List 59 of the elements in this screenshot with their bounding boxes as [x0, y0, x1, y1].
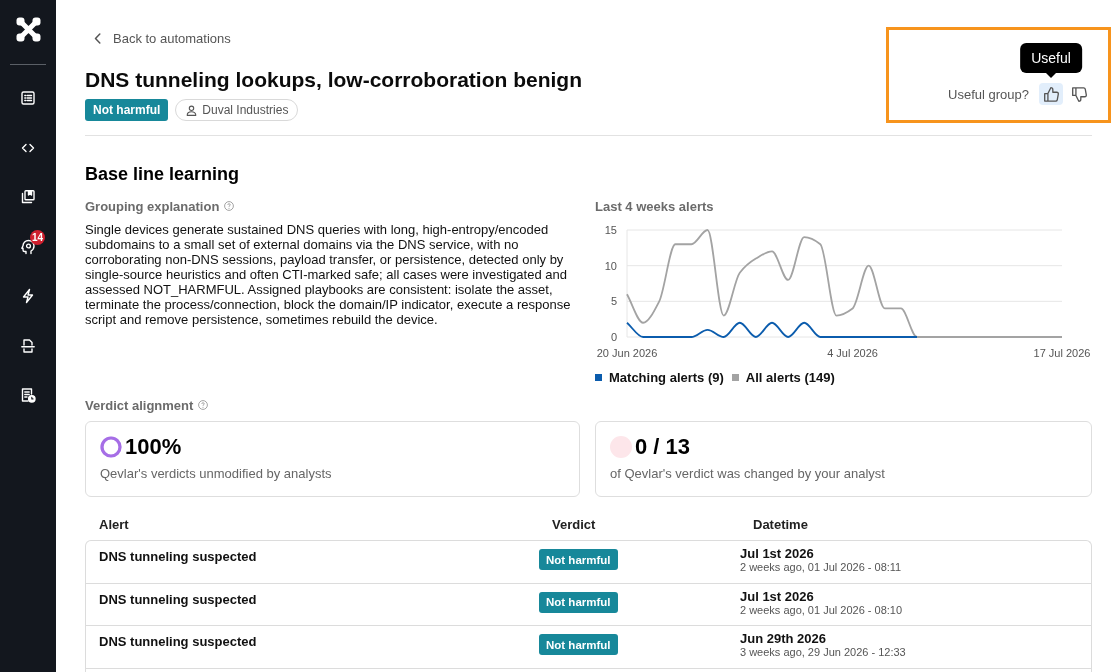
feedback-label: Useful group? — [948, 86, 1029, 102]
table-row[interactable]: DNS tunneling suspected Not harmful Jun 29th 2026 3 weeks ago, 29 Jun 2026 - 12:33 — [86, 626, 1091, 669]
chevron-left-icon — [94, 32, 101, 44]
help-icon — [224, 201, 235, 211]
alert-datetime-detail: 3 weeks ago, 29 Jun 2026 - 12:33 — [740, 646, 906, 659]
chart-title: Last 4 weeks alerts — [595, 198, 714, 214]
x-tick-label: 20 Jun 2026 — [596, 347, 658, 359]
lightning-icon — [20, 288, 36, 304]
alert-date: Jun 29th 2026 — [740, 631, 826, 646]
back-link[interactable]: Back to automations — [85, 28, 231, 48]
alert-datetime-detail: 2 weeks ago, 01 Jul 2026 - 08:10 — [740, 603, 903, 617]
alert-name: DNS tunneling suspected — [99, 591, 257, 608]
list-icon — [20, 90, 36, 106]
y-tick-label: 0 — [610, 331, 617, 343]
person-icon — [186, 104, 198, 116]
y-tick-label: 5 — [610, 295, 617, 308]
legend-label: Matching alerts (9) — [609, 369, 724, 385]
help-icon — [198, 400, 209, 410]
table-row[interactable]: DNS tunneling suspected Not harmful Jul 1st 2026 2 weeks ago, 01 Jul 2026 - 08:11 — [86, 541, 1091, 584]
verdict-alignment-label: Verdict alignment — [85, 397, 194, 413]
verdict-tag: Not harmful — [85, 99, 169, 121]
alert-name: DNS tunneling suspected — [99, 634, 257, 650]
column-header: Datetime — [752, 516, 809, 532]
progress-ring-icon — [100, 436, 122, 458]
verdict-tag: Not harmful — [539, 549, 618, 570]
alert-datetime-detail: 2 weeks ago, 01 Jul 2026 - 08:11 — [740, 561, 902, 574]
explanation-label: Grouping explanation — [85, 198, 220, 214]
explanation-text: Single devices generate sustained DNS queries with long, high-entropy/encoded subdomains to a small set of external domains via the DNS service, with no corroborating non-DNS sessions, payload transfer, or persistence, detected only by single-source heuristics and often CTI-marked safe; all cases were investigated and assessed NOT_HARMFUL. Assigned playbooks are consistent: isolate the asset, terminate the process/connection, block the domain/IP indicator, execute a response script and remove persistence, sometimes rebuild the device. — [85, 222, 572, 327]
tooltip-pointer-icon — [1046, 73, 1056, 78]
thumbs-down-icon — [1070, 85, 1088, 103]
column-header: Alert — [98, 516, 130, 532]
stat-value: 0 / 13 — [635, 434, 691, 460]
notification-badge: 14 — [30, 229, 45, 245]
thumbs-up-icon — [1042, 85, 1060, 103]
logo-icon[interactable] — [15, 17, 41, 42]
table-row[interactable]: DNS tunneling suspected Not harmful Jul 1st 2026 2 weeks ago, 01 Jul 2026 - 08:10 — [86, 583, 1091, 626]
alert-date: Jul 1st 2026 — [740, 546, 814, 561]
section-title: Base line learning — [85, 163, 241, 185]
x-tick-label: 17 Jul 2026 — [1033, 347, 1091, 359]
x-tick-label: 4 Jul 2026 — [827, 347, 878, 359]
stat-value: 100% — [125, 434, 182, 460]
verdict-tag: Not harmful — [539, 634, 618, 655]
sidebar-item[interactable]: 14 — [12, 230, 44, 263]
client-name: Duval Industries — [202, 103, 289, 117]
legend-label: All alerts (149) — [745, 369, 835, 385]
bookmark-stack-icon — [20, 189, 36, 205]
y-tick-label: 15 — [604, 224, 617, 236]
tooltip: Useful — [1020, 43, 1082, 73]
page-title: DNS tunneling lookups, low-corroboration benign — [85, 67, 582, 93]
document-tray-icon — [20, 337, 36, 354]
stat-caption: Qevlar's verdicts unmodified by analysts — [100, 466, 333, 482]
column-header: Verdict — [551, 516, 597, 532]
y-tick-label: 10 — [604, 259, 617, 272]
document-clock-icon — [20, 387, 36, 403]
alert-date: Jul 1st 2026 — [740, 588, 814, 604]
alert-name: DNS tunneling suspected — [99, 549, 257, 565]
verdict-tag: Not harmful — [539, 591, 618, 613]
stat-caption: of Qevlar's verdict was changed by your analyst — [610, 466, 886, 482]
thumbs-up-button[interactable] — [1039, 83, 1063, 105]
